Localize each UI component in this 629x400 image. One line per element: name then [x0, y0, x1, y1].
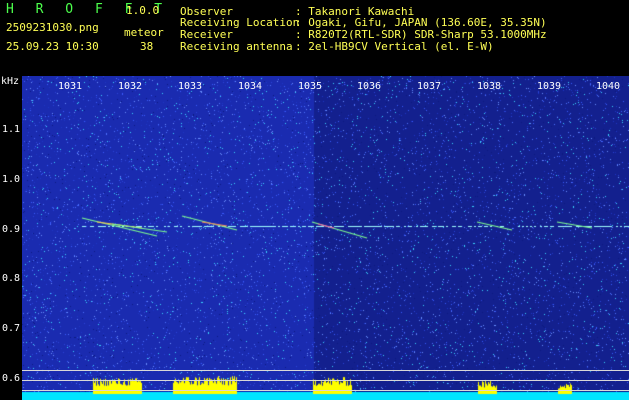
header-panel: H R O F F T 1.0.0 2509231030.png meteor … [0, 0, 629, 76]
time-tick-label: 1031 [58, 81, 83, 92]
time-tick-label: 1037 [417, 81, 442, 92]
freq-tick-label: 1.1 [2, 124, 21, 135]
spectrogram-canvas [22, 76, 629, 400]
meteor-count: 38 [140, 40, 154, 53]
level-reference-line [22, 380, 629, 381]
time-tick-label: 1038 [477, 81, 502, 92]
freq-tick-label: 0.6 [2, 373, 21, 384]
file-name: 2509231030.png [6, 21, 99, 34]
app-version: 1.0.0 [126, 4, 160, 17]
antenna-value: : 2el-HB9CV Vertical (el. E-W) [295, 40, 494, 53]
antenna-label: Receiving antenna [180, 40, 293, 53]
freq-tick-label: 1.0 [2, 174, 21, 185]
time-tick-label: 1034 [238, 81, 263, 92]
freq-tick-label: 0.8 [2, 273, 21, 284]
level-reference-line [22, 370, 629, 371]
time-tick-label: 1032 [118, 81, 143, 92]
time-tick-label: 1036 [357, 81, 382, 92]
freq-tick-label: 0.9 [2, 224, 21, 235]
time-tick-label: 1035 [298, 81, 323, 92]
time-tick-label: 1040 [596, 81, 621, 92]
axis-unit-label: kHz [1, 76, 20, 87]
spectrogram [22, 76, 629, 400]
time-tick-label: 1039 [537, 81, 562, 92]
level-reference-line [22, 390, 629, 391]
time-tick-label: 1033 [178, 81, 203, 92]
meteor-label: meteor [124, 26, 164, 39]
date-time: 25.09.23 10:30 [6, 40, 99, 53]
freq-tick-label: 0.7 [2, 323, 21, 334]
